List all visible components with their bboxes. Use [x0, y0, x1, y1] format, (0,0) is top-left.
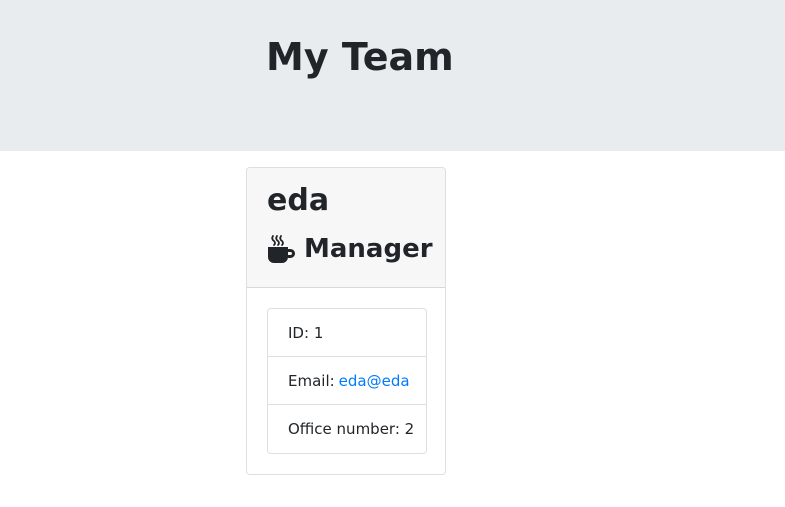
employee-id-value: 1 [313, 323, 324, 342]
employee-office-label: Office number: [288, 420, 400, 438]
employee-email-label: Email: [288, 371, 335, 390]
coffee-mug-icon [268, 235, 295, 263]
employee-office-value: 2 [404, 420, 415, 438]
employee-email-link[interactable]: eda@eda [339, 372, 410, 390]
employee-name: eda [267, 183, 330, 218]
employee-role: Manager [267, 230, 433, 268]
employee-card: eda Manager ID: 1 Email: eda@eda Office n… [246, 167, 446, 475]
employee-office-row: Office number: 2 [268, 405, 426, 453]
employee-role-label: Manager [304, 234, 433, 264]
employee-email-row: Email: eda@eda [268, 357, 426, 405]
page-title: My Team [266, 35, 454, 79]
employee-id-row: ID: 1 [268, 309, 426, 357]
employee-card-header: eda Manager [247, 168, 445, 288]
page-header-banner: My Team [0, 0, 785, 151]
employee-id-label: ID: [288, 323, 310, 342]
employee-details-list: ID: 1 Email: eda@eda Office number: 2 [267, 308, 427, 454]
